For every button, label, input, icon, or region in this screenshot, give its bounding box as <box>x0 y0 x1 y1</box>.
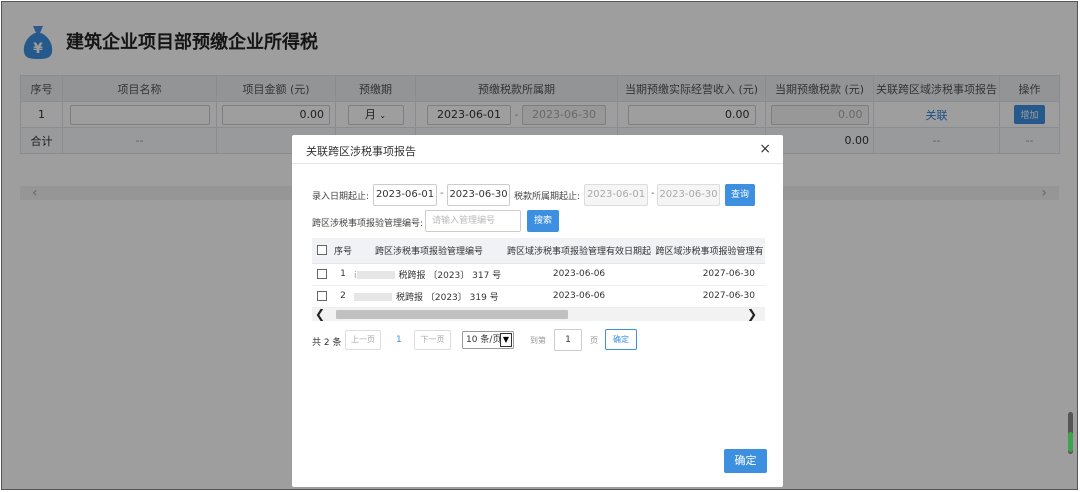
dialog-title: 关联跨区涉税事项报告 <box>306 145 416 158</box>
report-table-scrollbar[interactable]: ❮ ❯ <box>312 307 765 321</box>
chevron-down-icon: ▼ <box>500 333 512 347</box>
report-table-header: 序号 跨区涉税事项报验管理编号 跨区域涉税事项报验管理有效日期起 跨区域涉税事项… <box>312 238 765 264</box>
query-button[interactable]: 查询 <box>725 184 755 206</box>
entry-date-label: 录入日期起止: <box>312 192 370 202</box>
scrollbar-thumb[interactable] <box>336 310 568 319</box>
scroll-indicator <box>1068 432 1073 452</box>
row-checkbox[interactable] <box>317 290 327 301</box>
entry-end-date-input[interactable]: 2023-06-30 <box>447 184 510 206</box>
confirm-button[interactable]: 确定 <box>724 449 767 473</box>
valid-start-value: 2023-06-06 <box>504 263 654 286</box>
valid-end-value: 2027-06-30 <box>654 263 765 286</box>
tax-end-date-input: 2023-06-30 <box>657 184 720 206</box>
date-separator: - <box>440 188 444 199</box>
redacted-block <box>356 271 395 279</box>
scroll-left-icon[interactable]: ❮ <box>315 307 325 321</box>
row-checkbox[interactable] <box>317 268 327 279</box>
valid-start-value: 2023-06-06 <box>504 285 654 308</box>
scroll-right-icon[interactable]: ❯ <box>747 307 757 321</box>
app-window: ¥ 建筑企业项目部预缴企业所得税 序号 项目名称 项目金额 (元) 预缴期 预缴… <box>1 1 1078 490</box>
col-mgmt-no: 跨区涉税事项报验管理编号 <box>354 238 504 264</box>
mgmt-no-value: 税跨报 〔2023〕 317 号 <box>398 270 502 281</box>
current-page[interactable]: 1 <box>396 335 402 345</box>
mgmt-no-label: 跨区涉税事项报验管理编号: <box>312 219 424 229</box>
goto-label: 到第 <box>530 336 546 345</box>
row-index: 2 <box>332 285 354 308</box>
col-index: 序号 <box>332 238 354 264</box>
search-button[interactable]: 搜索 <box>527 210 559 232</box>
select-all-checkbox[interactable] <box>317 245 327 255</box>
page-size-value: 10 条/页 <box>466 335 502 345</box>
cross-region-report-dialog: 关联跨区涉税事项报告 × 录入日期起止: 2023-06-01 - 2023-0… <box>292 135 783 487</box>
report-table: 序号 跨区涉税事项报验管理编号 跨区域涉税事项报验管理有效日期起 跨区域涉税事项… <box>312 238 765 308</box>
dialog-divider <box>292 163 783 164</box>
entry-start-date-input[interactable]: 2023-06-01 <box>373 184 437 206</box>
mgmt-no-value: 税跨报 〔2023〕 319 号 <box>396 292 499 303</box>
total-count: 共 2 条 <box>312 338 342 348</box>
tax-start-date-input: 2023-06-01 <box>584 184 648 206</box>
close-icon[interactable]: × <box>759 141 771 157</box>
page-size-select[interactable]: 10 条/页 ▼ <box>462 331 514 349</box>
table-row[interactable]: 2 税跨报 〔2023〕 319 号 2023-06-06 2027-06-30 <box>312 285 765 308</box>
next-page-button[interactable]: 下一页 <box>414 330 451 350</box>
tax-period-label: 税款所属期起止: <box>514 192 581 202</box>
prev-page-button[interactable]: 上一页 <box>345 330 381 350</box>
goto-confirm-button[interactable]: 确定 <box>605 329 637 350</box>
col-valid-start: 跨区域涉税事项报验管理有效日期起 <box>504 238 654 264</box>
goto-page-input[interactable]: 1 <box>554 329 582 351</box>
col-valid-end: 跨区域涉税事项报验管理有 <box>654 238 765 264</box>
mgmt-no-input[interactable]: 请输入管理编号 <box>425 210 521 232</box>
date-separator: - <box>651 188 655 199</box>
row-index: 1 <box>332 263 354 286</box>
valid-end-value: 2027-06-30 <box>654 285 765 308</box>
table-row[interactable]: 1 i 税跨报 〔2023〕 317 号 2023-06-06 2027-06-3… <box>312 263 765 286</box>
goto-unit: 页 <box>590 336 598 345</box>
redacted-block <box>354 293 392 301</box>
